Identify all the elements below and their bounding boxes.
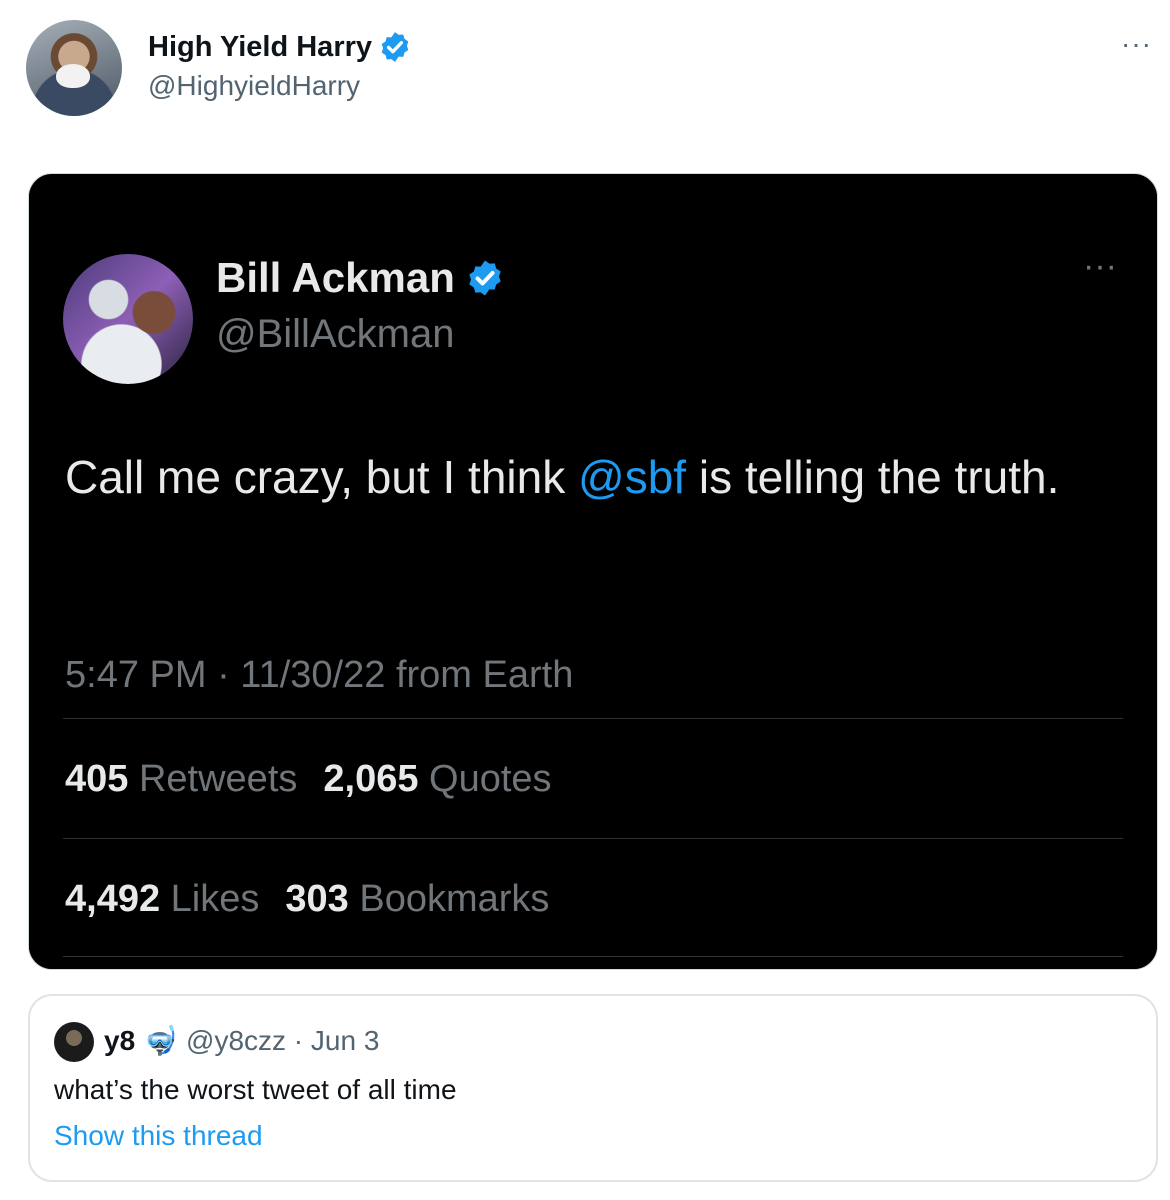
stats-row-retweets-quotes: 405 Retweets 2,065 Quotes	[65, 758, 552, 801]
divider	[63, 718, 1123, 719]
reply-avatar[interactable]	[54, 1022, 94, 1062]
quoted-tweet-text: Call me crazy, but I think @sbf is telli…	[65, 445, 1085, 509]
quoted-author-handle: @BillAckman	[216, 312, 455, 356]
tweet-media-image[interactable]: Bill Ackman @BillAckman ··· Call me craz…	[28, 173, 1158, 970]
divider	[63, 956, 1123, 957]
verified-badge-icon	[469, 260, 501, 296]
retweets-label: Retweets	[138, 758, 298, 800]
quoted-tweet-screenshot: Bill Ackman @BillAckman ··· Call me craz…	[29, 190, 1157, 969]
verified-badge-icon	[381, 32, 409, 62]
quotes-label: Quotes	[429, 758, 552, 800]
likes-label: Likes	[170, 878, 260, 920]
divider	[63, 838, 1123, 839]
reply-handle-date[interactable]: @y8czz · Jun 3	[186, 1025, 379, 1057]
quoted-author-name: Bill Ackman	[216, 254, 455, 301]
reply-header: y8 🤿 @y8czz · Jun 3	[104, 1024, 379, 1057]
quoted-author-avatar	[63, 254, 193, 384]
retweets-stat: 405 Retweets	[65, 758, 297, 801]
quoted-timestamp: 5:47 PM · 11/30/22 from Earth	[65, 654, 574, 696]
quotes-stat: 2,065 Quotes	[323, 758, 551, 801]
quotes-count: 2,065	[323, 758, 419, 800]
author-name[interactable]: High Yield Harry	[148, 31, 372, 64]
reply-text: what’s the worst tweet of all time	[54, 1074, 457, 1105]
reply-author-name[interactable]: y8	[104, 1025, 135, 1057]
quoted-reply-card[interactable]: y8 🤿 @y8czz · Jun 3 what’s the worst twe…	[28, 994, 1158, 1182]
tweet-author[interactable]: High Yield Harry @HighyieldHarry	[148, 30, 412, 102]
stats-row-likes-bookmarks: 4,492 Likes 303 Bookmarks	[65, 878, 549, 921]
likes-stat: 4,492 Likes	[65, 878, 259, 921]
bookmarks-count: 303	[285, 878, 349, 920]
show-thread-link[interactable]: Show this thread	[54, 1120, 263, 1152]
quoted-text-before: Call me crazy, but I think	[65, 451, 578, 503]
mention-link: @sbf	[578, 451, 687, 503]
quoted-text-after: is telling the truth.	[686, 451, 1060, 503]
author-avatar[interactable]	[26, 20, 122, 116]
bookmarks-stat: 303 Bookmarks	[285, 878, 549, 921]
diving-mask-emoji-icon: 🤿	[143, 1025, 179, 1056]
author-handle[interactable]: @HighyieldHarry	[148, 70, 412, 102]
retweets-count: 405	[65, 758, 129, 800]
quoted-author: Bill Ackman @BillAckman	[216, 254, 505, 357]
face-mask-graphic	[56, 64, 90, 88]
bookmarks-label: Bookmarks	[359, 878, 550, 920]
likes-count: 4,492	[65, 878, 161, 920]
quoted-more-options-icon: ···	[1083, 247, 1117, 285]
more-options-icon[interactable]: ···	[1121, 30, 1152, 58]
